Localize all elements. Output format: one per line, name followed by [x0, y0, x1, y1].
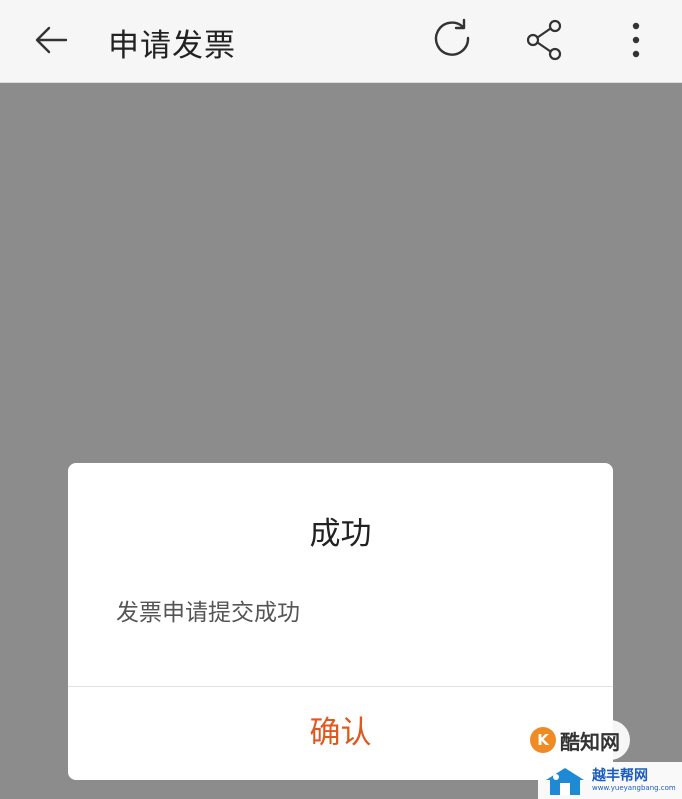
- dialog-message: 发票申请提交成功: [116, 600, 300, 626]
- confirm-button[interactable]: 确认: [68, 687, 613, 780]
- back-arrow-icon[interactable]: [28, 18, 76, 66]
- page-title: 申请发票: [108, 28, 236, 64]
- app-bar: 申请发票: [0, 0, 682, 83]
- share-icon[interactable]: [521, 16, 569, 64]
- success-dialog: 成功 发票申请提交成功 确认: [68, 463, 613, 780]
- dialog-title: 成功: [309, 516, 372, 552]
- more-vertical-icon[interactable]: [612, 16, 660, 64]
- refresh-icon[interactable]: [430, 16, 478, 64]
